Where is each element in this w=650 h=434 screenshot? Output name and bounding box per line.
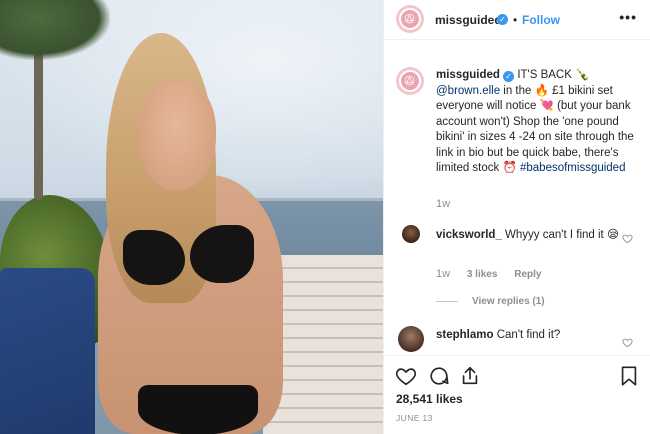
comment-text: vicksworld_ Whyyy can't I find it 😪 <box>436 227 619 241</box>
photo-lounge-chair <box>0 268 95 434</box>
missguided-logo-icon <box>405 76 415 86</box>
verified-badge-icon: ✓ <box>503 71 515 82</box>
caption-avatar[interactable] <box>396 67 424 95</box>
photo-bikini-top-right <box>190 225 254 283</box>
verified-badge-icon: ✓ <box>497 14 508 25</box>
post-date[interactable]: JUNE 13 <box>396 413 433 423</box>
bookmark-save-icon[interactable] <box>618 365 640 387</box>
view-replies-label: View replies (1) <box>472 296 545 307</box>
comment-like-heart-icon[interactable] <box>622 233 633 244</box>
comment-avatar[interactable] <box>402 225 420 243</box>
comment-like-heart-icon[interactable] <box>622 337 633 348</box>
like-heart-icon[interactable] <box>395 365 417 387</box>
comment-body: Can't find it? <box>496 329 561 341</box>
comment-bubble-icon[interactable] <box>428 365 450 387</box>
comment-avatar[interactable] <box>398 326 424 352</box>
caption-mention-link[interactable]: @brown.elle <box>436 85 500 97</box>
post-actions: 28,541 likes JUNE 13 <box>384 355 650 434</box>
post-header: missguided ✓ • Follow ••• <box>384 0 650 40</box>
more-options-icon[interactable]: ••• <box>619 9 637 25</box>
missguided-logo-icon <box>405 14 415 24</box>
comment-meta: 1w 3 likes Reply <box>436 268 555 280</box>
account-avatar[interactable] <box>396 5 424 33</box>
comment-likes-count[interactable]: 3 likes <box>467 269 498 280</box>
comment-timestamp[interactable]: 1w <box>436 268 450 280</box>
caption-text: missguided ✓ IT'S BACK 🍾 @brown.elle in … <box>436 68 641 177</box>
follow-button[interactable]: Follow <box>522 13 560 27</box>
caption-hashtag-link[interactable]: #babesofmissguided <box>520 162 626 174</box>
caption-timestamp[interactable]: 1w <box>436 198 450 210</box>
comment-text: stephlamo Can't find it? <box>436 329 560 341</box>
caption-segment-2: in the 🔥 £1 bikini set everyone will not… <box>436 84 634 175</box>
comment-reply-button[interactable]: Reply <box>514 269 541 280</box>
post-photo[interactable] <box>0 0 383 434</box>
photo-person <box>88 25 303 434</box>
caption-username[interactable]: missguided <box>436 69 500 81</box>
comments-section[interactable]: missguided ✓ IT'S BACK 🍾 @brown.elle in … <box>384 41 650 355</box>
header-separator: • <box>513 13 518 27</box>
view-replies-button[interactable]: View replies (1) <box>436 296 545 307</box>
post-side-panel: missguided ✓ • Follow ••• missguided ✓ I… <box>383 0 650 434</box>
comment-body: Whyyy can't I find it 😪 <box>505 229 619 241</box>
replies-divider <box>436 300 458 302</box>
likes-count[interactable]: 28,541 likes <box>396 392 463 406</box>
comment-username[interactable]: stephlamo <box>436 329 494 341</box>
share-icon[interactable] <box>459 365 481 387</box>
comment-username[interactable]: vicksworld_ <box>436 229 502 241</box>
photo-bikini-bottoms <box>138 385 258 434</box>
caption-segment-1: IT'S BACK 🍾 <box>517 69 590 81</box>
photo-person-face <box>138 80 216 190</box>
header-username[interactable]: missguided <box>435 13 502 27</box>
